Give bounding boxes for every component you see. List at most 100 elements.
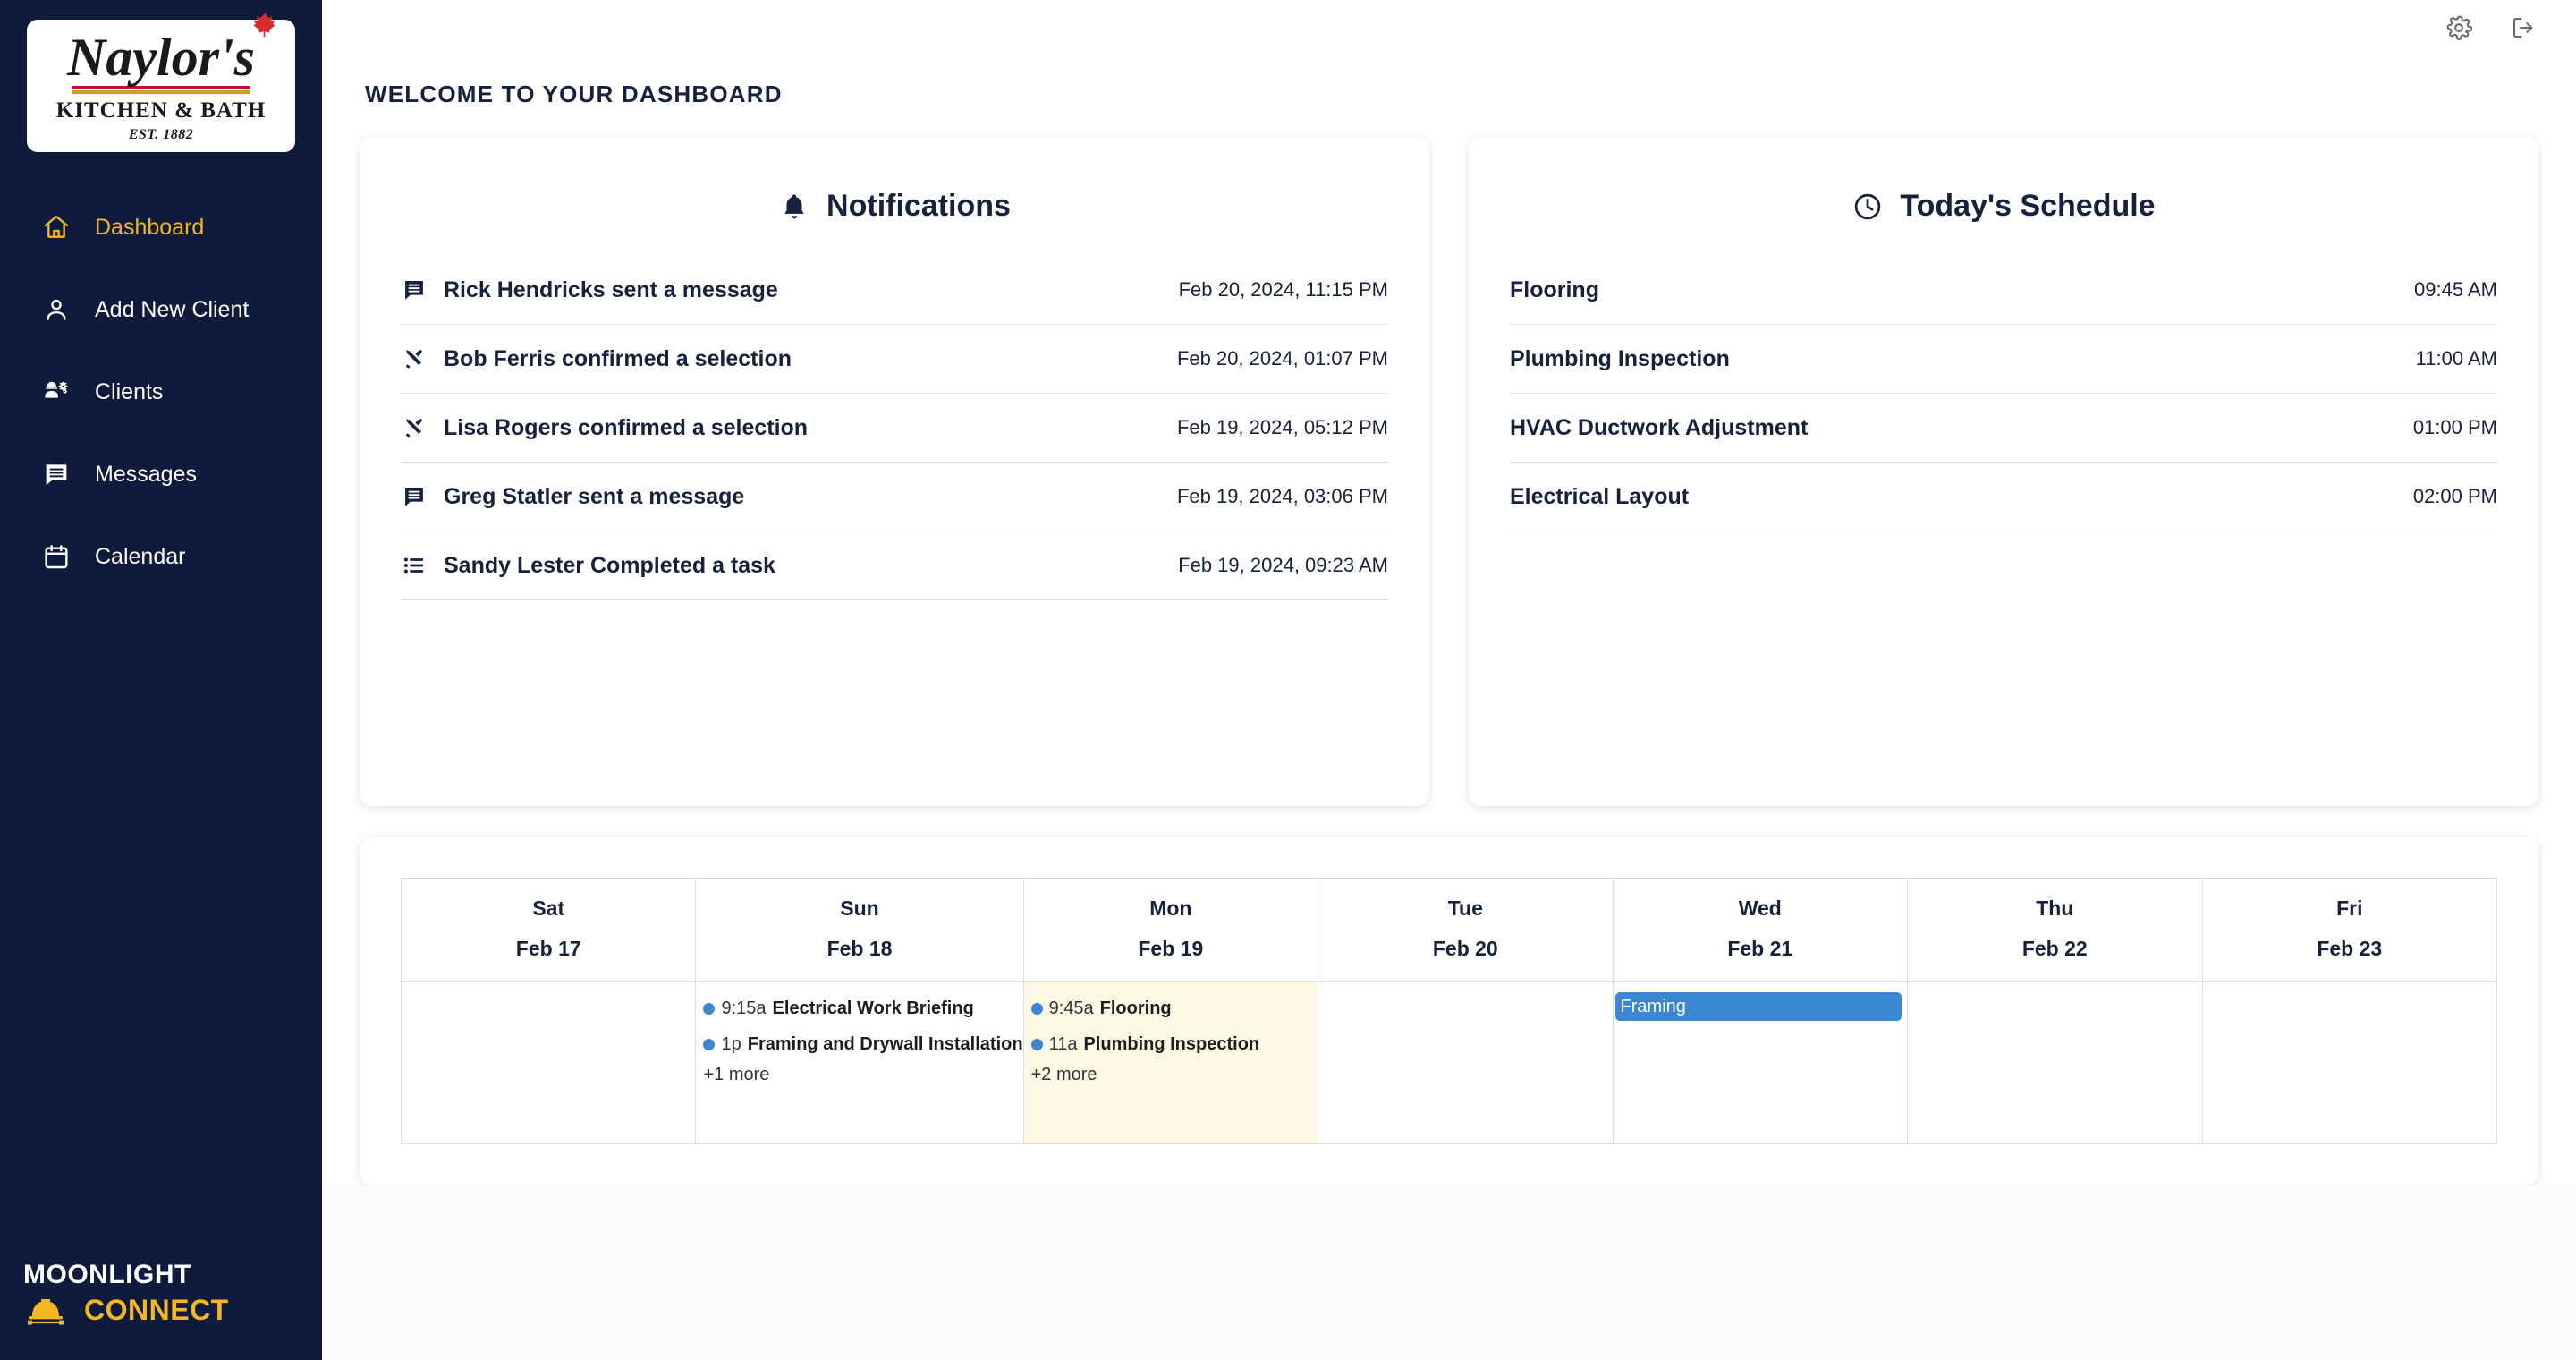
calendar-day-cell[interactable] xyxy=(2202,982,2497,1144)
schedule-time: 01:00 PM xyxy=(2412,416,2497,438)
calendar-dow: Sat xyxy=(532,897,565,920)
event-title: Plumbing Inspection xyxy=(1083,1033,1260,1054)
page-title: WELCOME TO YOUR DASHBOARD xyxy=(365,81,783,107)
main-content: WELCOME TO YOUR DASHBOARD Notifications xyxy=(322,0,2576,1360)
notification-text: Greg Statler sent a message xyxy=(444,483,745,509)
calendar-day-header: Sun Feb 18 xyxy=(696,879,1024,982)
schedule-name: Flooring xyxy=(1510,276,1599,302)
sidebar-item-dashboard[interactable]: Dashboard xyxy=(0,199,322,256)
calendar-day-cell[interactable]: Framing xyxy=(1613,982,1909,1144)
calendar-card: Sat Feb 17 Sun Feb 18 Mon Feb 19 Tue Feb… xyxy=(360,837,2538,1186)
schedule-row[interactable]: Plumbing Inspection 11:00 AM xyxy=(1510,325,2497,394)
calendar-day-cell[interactable]: 9:15a Electrical Work Briefing 1p Framin… xyxy=(696,982,1024,1144)
message-icon xyxy=(41,459,72,489)
event-dot-icon xyxy=(703,1038,716,1050)
cards-row: Notifications Rick Hendricks sent a mess… xyxy=(360,137,2538,806)
calendar-event[interactable]: 9:15a Electrical Work Briefing xyxy=(696,990,1022,1026)
calendar-event[interactable]: 11a Plumbing Inspection xyxy=(1024,1026,1318,1062)
calendar-day-cell-today[interactable]: 9:45a Flooring 11a Plumbing Inspection +… xyxy=(1023,982,1319,1144)
schedule-time: 11:00 AM xyxy=(2415,347,2497,370)
maple-leaf-icon xyxy=(252,13,276,38)
calendar-day-header: Wed Feb 21 xyxy=(1613,879,1909,982)
notification-text: Bob Ferris confirmed a selection xyxy=(444,345,792,371)
calendar-day-cell[interactable] xyxy=(402,982,697,1144)
event-dot-icon xyxy=(1030,1038,1043,1050)
schedule-list: Flooring 09:45 AM Plumbing Inspection 11… xyxy=(1510,256,2497,531)
notification-row[interactable]: Sandy Lester Completed a task Feb 19, 20… xyxy=(401,531,1388,600)
sidebar-item-messages[interactable]: Messages xyxy=(0,446,322,503)
calendar-day-cell[interactable] xyxy=(1908,982,2203,1144)
schedule-name: HVAC Ductwork Adjustment xyxy=(1510,414,1809,440)
clock-icon xyxy=(1852,191,1884,223)
calendar-day-header: Mon Feb 19 xyxy=(1023,879,1319,982)
calendar-more-link[interactable]: +2 more xyxy=(1024,1065,1318,1085)
event-title: Electrical Work Briefing xyxy=(772,998,974,1018)
schedule-row[interactable]: HVAC Ductwork Adjustment 01:00 PM xyxy=(1510,394,2497,463)
calendar-dow: Thu xyxy=(2036,897,2074,920)
event-time: 11a xyxy=(1048,1033,1078,1054)
schedule-card: Today's Schedule Flooring 09:45 AM Plumb… xyxy=(1469,137,2538,806)
notifications-title-text: Notifications xyxy=(826,189,1011,223)
schedule-time: 02:00 PM xyxy=(2412,485,2497,507)
calendar-date: Feb 18 xyxy=(826,937,893,960)
calendar-dow: Fri xyxy=(2336,897,2363,920)
schedule-title-text: Today's Schedule xyxy=(1900,189,2156,223)
topbar xyxy=(322,0,2576,55)
notification-row[interactable]: Greg Statler sent a message Feb 19, 2024… xyxy=(401,463,1388,531)
app-brand-footer: MOONLIGHT CONNECT xyxy=(23,1262,229,1328)
calendar-date: Feb 17 xyxy=(515,937,581,960)
schedule-name: Electrical Layout xyxy=(1510,483,1690,509)
logout-icon[interactable] xyxy=(2508,13,2538,43)
calendar-date: Feb 20 xyxy=(1432,937,1498,960)
notification-text: Lisa Rogers confirmed a selection xyxy=(444,414,809,440)
app-root: Naylor's KITCHEN & BATH EST. 1882 Dashbo… xyxy=(0,0,2576,1360)
event-title: Flooring xyxy=(1099,998,1172,1018)
hard-hat-icon xyxy=(28,1299,64,1325)
calendar-day-cell[interactable] xyxy=(1318,982,1614,1144)
schedule-title: Today's Schedule xyxy=(1510,137,2497,256)
calendar-date: Feb 21 xyxy=(1727,937,1793,960)
schedule-time: 09:45 AM xyxy=(2414,278,2497,301)
notification-row[interactable]: Rick Hendricks sent a message Feb 20, 20… xyxy=(401,256,1388,325)
calendar-day-header: Fri Feb 23 xyxy=(2202,879,2497,982)
home-icon xyxy=(41,212,72,242)
event-time: 1p xyxy=(721,1033,741,1054)
sidebar: Naylor's KITCHEN & BATH EST. 1882 Dashbo… xyxy=(0,0,322,1360)
sidebar-item-clients[interactable]: Clients xyxy=(0,363,322,421)
notification-row[interactable]: Bob Ferris confirmed a selection Feb 20,… xyxy=(401,325,1388,394)
sidebar-item-label: Clients xyxy=(95,378,164,404)
sidebar-item-label: Calendar xyxy=(95,543,186,569)
page-bottom-spacer xyxy=(322,1186,2576,1360)
schedule-name: Plumbing Inspection xyxy=(1510,345,1730,371)
person-add-icon xyxy=(41,294,72,325)
sidebar-item-label: Dashboard xyxy=(95,214,205,240)
notification-time: Feb 19, 2024, 05:12 PM xyxy=(1176,416,1388,438)
calendar-day-header: Sat Feb 17 xyxy=(402,879,697,982)
notification-time: Feb 19, 2024, 03:06 PM xyxy=(1176,485,1388,507)
gear-icon[interactable] xyxy=(2444,13,2474,43)
tools-icon xyxy=(401,414,428,441)
brand-logo: Naylor's KITCHEN & BATH EST. 1882 xyxy=(27,13,295,152)
sidebar-item-label: Messages xyxy=(95,461,197,487)
calendar-event-block[interactable]: Framing xyxy=(1614,992,1902,1021)
calendar-day-header: Tue Feb 20 xyxy=(1318,879,1614,982)
calendar-more-link[interactable]: +1 more xyxy=(696,1065,1022,1085)
event-dot-icon xyxy=(1030,1002,1043,1015)
notification-time: Feb 19, 2024, 09:23 AM xyxy=(1178,554,1388,576)
notification-time: Feb 20, 2024, 11:15 PM xyxy=(1178,278,1388,301)
sidebar-item-add-new-client[interactable]: Add New Client xyxy=(0,281,322,338)
calendar-dow: Mon xyxy=(1149,897,1192,920)
sidebar-item-calendar[interactable]: Calendar xyxy=(0,528,322,585)
notification-text: Rick Hendricks sent a message xyxy=(444,276,778,302)
tools-icon xyxy=(401,345,428,372)
notifications-list: Rick Hendricks sent a message Feb 20, 20… xyxy=(401,256,1388,600)
event-time: 9:15a xyxy=(721,998,767,1018)
contractor-icon xyxy=(41,377,72,407)
calendar-event[interactable]: 1p Framing and Drywall Installation xyxy=(696,1026,1023,1062)
schedule-row[interactable]: Electrical Layout 02:00 PM xyxy=(1510,463,2497,531)
calendar-event[interactable]: 9:45a Flooring xyxy=(1024,990,1318,1026)
notification-row[interactable]: Lisa Rogers confirmed a selection Feb 19… xyxy=(401,394,1388,463)
schedule-row[interactable]: Flooring 09:45 AM xyxy=(1510,256,2497,325)
calendar-day-header: Thu Feb 22 xyxy=(1908,879,2203,982)
brand-connect-text: CONNECT xyxy=(84,1294,229,1326)
